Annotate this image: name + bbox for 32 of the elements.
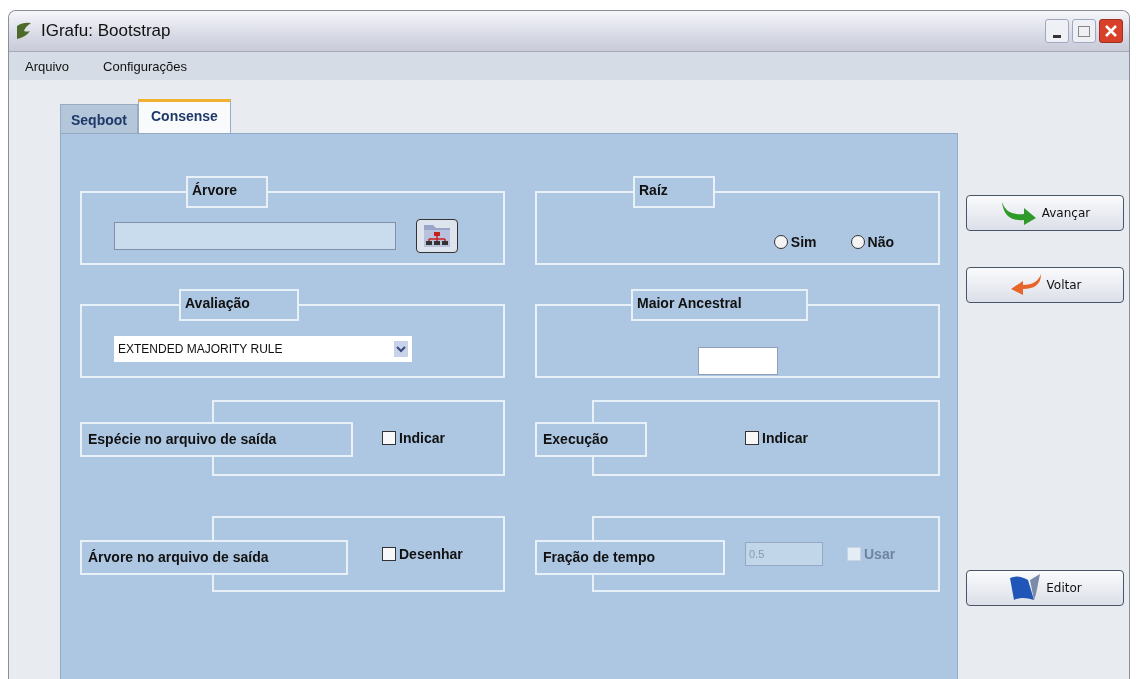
caret-icon xyxy=(394,341,408,357)
tab[interactable]: Seqboot xyxy=(60,104,138,133)
group-title: Espécie no arquivo de saída xyxy=(80,422,353,457)
menu-item[interactable]: Arquivo xyxy=(25,58,70,74)
radio-button[interactable]: Sim xyxy=(773,234,817,250)
group-title: Raíz xyxy=(633,176,715,208)
radio-button[interactable]: Não xyxy=(850,234,894,250)
window-title: IGrafu: Bootstrap xyxy=(41,21,171,41)
checkbox[interactable]: Indicar xyxy=(382,430,445,446)
action-button[interactable]: Avançar xyxy=(966,195,1124,231)
minimize-button[interactable] xyxy=(1045,19,1069,43)
arrow-icon xyxy=(999,200,1038,226)
file-path-field[interactable] xyxy=(114,222,396,250)
input-field[interactable] xyxy=(697,347,778,375)
group-title: Fração de tempo xyxy=(535,540,725,575)
close-button[interactable] xyxy=(1099,19,1123,43)
menu-item[interactable]: Configurações xyxy=(103,58,187,74)
leaf-icon xyxy=(15,22,33,40)
tab[interactable]: Consense xyxy=(138,99,231,133)
checkbox[interactable]: Indicar xyxy=(745,430,808,446)
action-button[interactable]: Editor xyxy=(966,570,1124,606)
dropdown[interactable]: EXTENDED MAJORITY RULE xyxy=(114,336,412,362)
checkbox[interactable]: Desenhar xyxy=(382,546,463,562)
group-title: Avaliação xyxy=(179,289,299,321)
action-button[interactable]: Voltar xyxy=(966,267,1124,303)
group-title: Árvore xyxy=(186,176,268,208)
group-title: Maior Ancestral xyxy=(631,289,808,321)
close-icon xyxy=(1104,24,1118,38)
group-title: Árvore no arquivo de saída xyxy=(80,540,348,575)
group-title: Execução xyxy=(535,422,647,457)
book-icon xyxy=(1008,574,1043,602)
browse-button[interactable] xyxy=(416,219,458,253)
